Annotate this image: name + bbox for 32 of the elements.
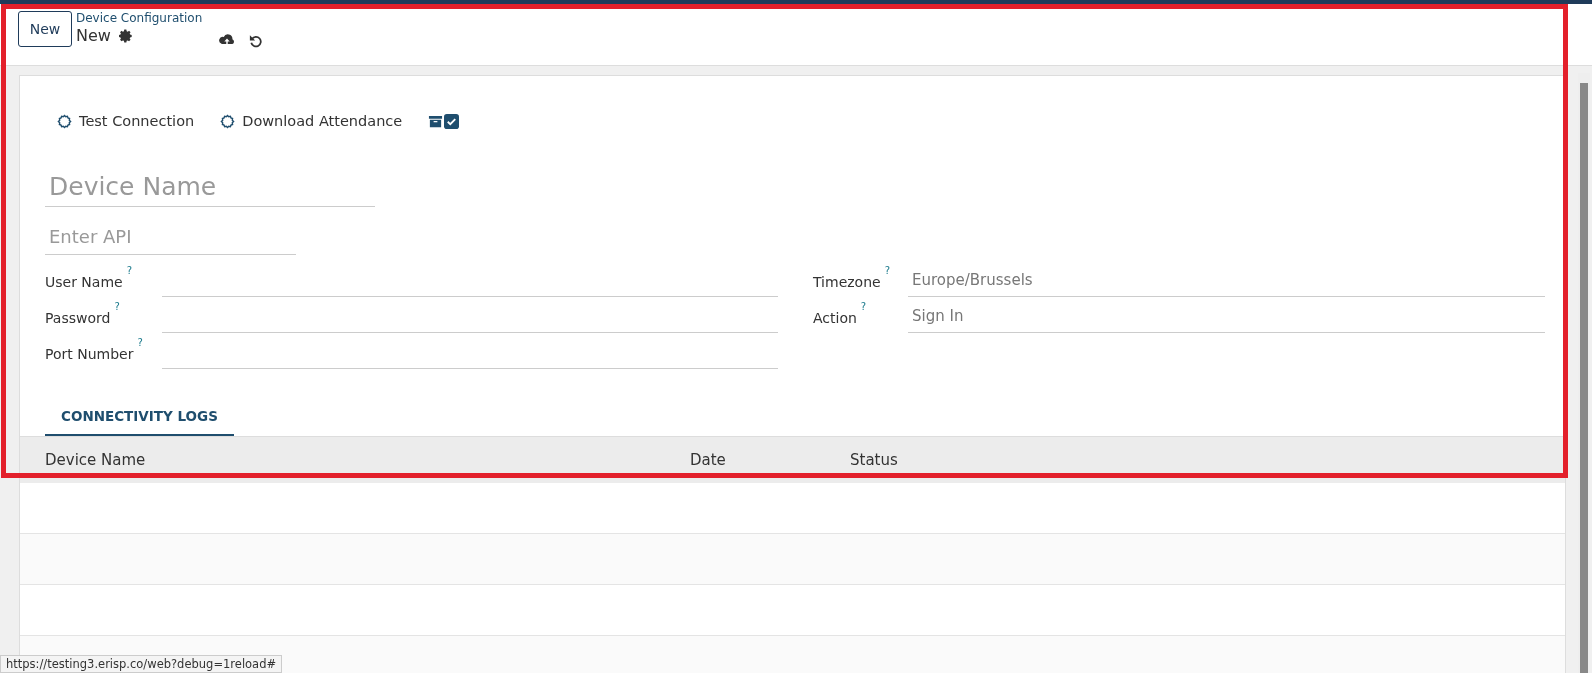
device-name-field[interactable]: Device Name — [45, 167, 375, 207]
cloud-upload-icon[interactable] — [218, 34, 237, 47]
input-field[interactable]: Sign In — [908, 299, 1545, 333]
field-label: Timezone — [813, 274, 881, 290]
help-tooltip[interactable]: ? — [884, 265, 897, 276]
gear-icon — [57, 113, 72, 129]
column-header: Date — [690, 451, 726, 469]
api-field[interactable]: Enter API — [45, 219, 296, 255]
breadcrumb-link[interactable]: Device Configuration — [76, 11, 203, 25]
archive-toggle[interactable] — [428, 113, 460, 129]
help-tooltip[interactable]: ? — [126, 265, 139, 276]
action-button[interactable]: Download Attendance — [220, 113, 403, 129]
field-label: Port Number — [45, 346, 134, 362]
help-tooltip[interactable]: ? — [114, 301, 127, 312]
record-title: New — [76, 25, 111, 47]
field-label: User Name — [45, 274, 123, 290]
action-button[interactable]: Test Connection — [57, 113, 195, 129]
scrollbar-thumb[interactable] — [1580, 83, 1588, 673]
column-header: Status — [850, 451, 898, 469]
field-label: Action — [813, 310, 857, 326]
field-label: Password — [45, 310, 111, 326]
gear-icon — [220, 113, 236, 129]
settings-icon[interactable] — [118, 29, 133, 43]
help-tooltip[interactable]: ? — [860, 301, 873, 312]
checkbox-checked-icon — [444, 113, 460, 129]
help-tooltip[interactable]: ? — [137, 337, 150, 348]
column-header: Device Name — [45, 451, 146, 469]
status-url: https://testing3.erisp.co/web?debug=1reload# — [0, 655, 283, 673]
undo-icon[interactable] — [249, 34, 264, 48]
input-field[interactable]: Europe/Brussels — [908, 263, 1545, 297]
archive-box-icon — [428, 113, 444, 129]
new-button[interactable]: New — [18, 11, 72, 47]
